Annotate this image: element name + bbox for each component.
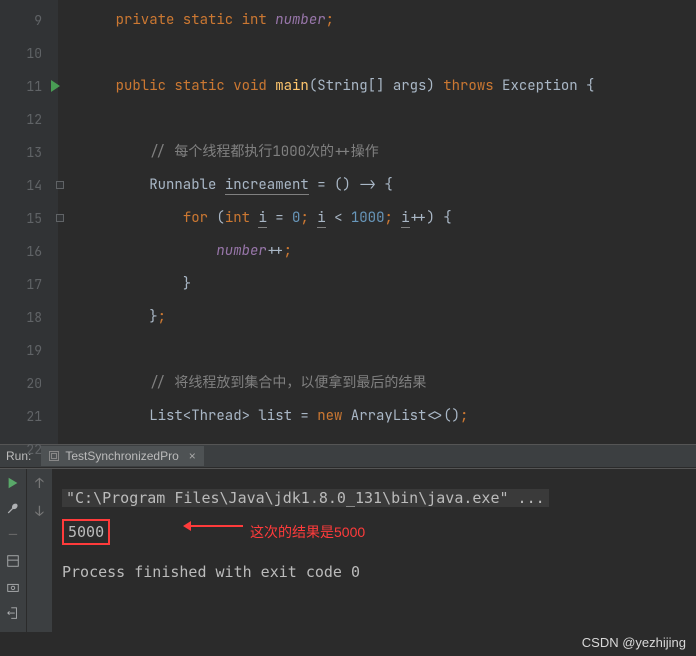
line-number: 16 [4,235,42,268]
console-output[interactable]: "C:\Program Files\Java\jdk1.8.0_131\bin\… [52,469,696,632]
code-area[interactable]: private static int number; public static… [58,0,696,444]
watermark: CSDN @yezhijing [582,635,686,650]
rerun-icon[interactable] [5,475,21,491]
line-number: 22 [4,433,42,466]
code-line[interactable]: number++; [82,235,696,268]
code-line[interactable]: // 将线程放到集合中，以便拿到最后的结果 [82,367,696,400]
camera-icon[interactable] [5,579,21,595]
run-toolwindow-header: Run: TestSynchronizedPro × [0,444,696,468]
line-number: 12 [4,103,42,136]
up-icon[interactable]: ↑ [35,475,43,493]
code-line[interactable]: }; [82,301,696,334]
console-cmd-line: "C:\Program Files\Java\jdk1.8.0_131\bin\… [62,489,549,507]
run-gutter-icon[interactable] [51,80,60,92]
annotation-arrow [191,525,243,527]
console-exit-line: Process finished with exit code 0 [62,555,686,589]
run-tab-name: TestSynchronizedPro [65,449,178,463]
line-number: 13 [4,136,42,169]
fold-icon[interactable] [56,214,64,222]
code-line[interactable]: } [82,268,696,301]
code-line[interactable] [82,334,696,367]
code-line[interactable]: Runnable increament = () -> { [82,169,696,202]
line-number: 15 [4,202,42,235]
line-number: 17 [4,268,42,301]
annotation-text: 这次的结果是5000 [250,515,365,549]
close-icon[interactable]: × [189,449,196,463]
wrench-icon[interactable] [5,501,21,517]
line-number: 18 [4,301,42,334]
run-tab[interactable]: TestSynchronizedPro × [41,446,203,466]
line-number: 20 [4,367,42,400]
code-line[interactable]: public static void main(String[] args) t… [82,70,696,103]
line-number: 10 [4,37,42,70]
code-line[interactable]: for (int i = 0; i < 1000; i++) { [82,202,696,235]
fold-icon[interactable] [56,181,64,189]
code-line[interactable] [82,37,696,70]
code-line[interactable] [82,433,696,444]
code-line[interactable]: List<Thread> list = new ArrayList<>(); [82,400,696,433]
line-number: 21 [4,400,42,433]
code-line[interactable] [82,103,696,136]
layout-icon[interactable] [5,553,21,569]
run-config-icon [49,451,59,461]
code-editor[interactable]: 910111213141516171819202122 private stat… [0,0,696,444]
line-number: 9 [4,4,42,37]
code-line[interactable]: // 每个线程都执行1000次的++操作 [82,136,696,169]
console-highlighted-output: 5000 [62,519,110,545]
divider-icon: — [5,527,21,543]
line-number: 19 [4,334,42,367]
line-number: 11 [4,70,42,103]
line-number: 14 [4,169,42,202]
run-toolwindow: — ↑ ↓ "C:\Program Files\Java\jdk1.8.0_13… [0,468,696,632]
run-tool-column-2: ↑ ↓ [26,469,52,632]
gutter: 910111213141516171819202122 [0,0,58,444]
down-icon[interactable]: ↓ [35,503,43,521]
code-line[interactable]: private static int number; [82,4,696,37]
run-tool-column-left: — [0,469,26,632]
exit-icon[interactable] [5,605,21,621]
